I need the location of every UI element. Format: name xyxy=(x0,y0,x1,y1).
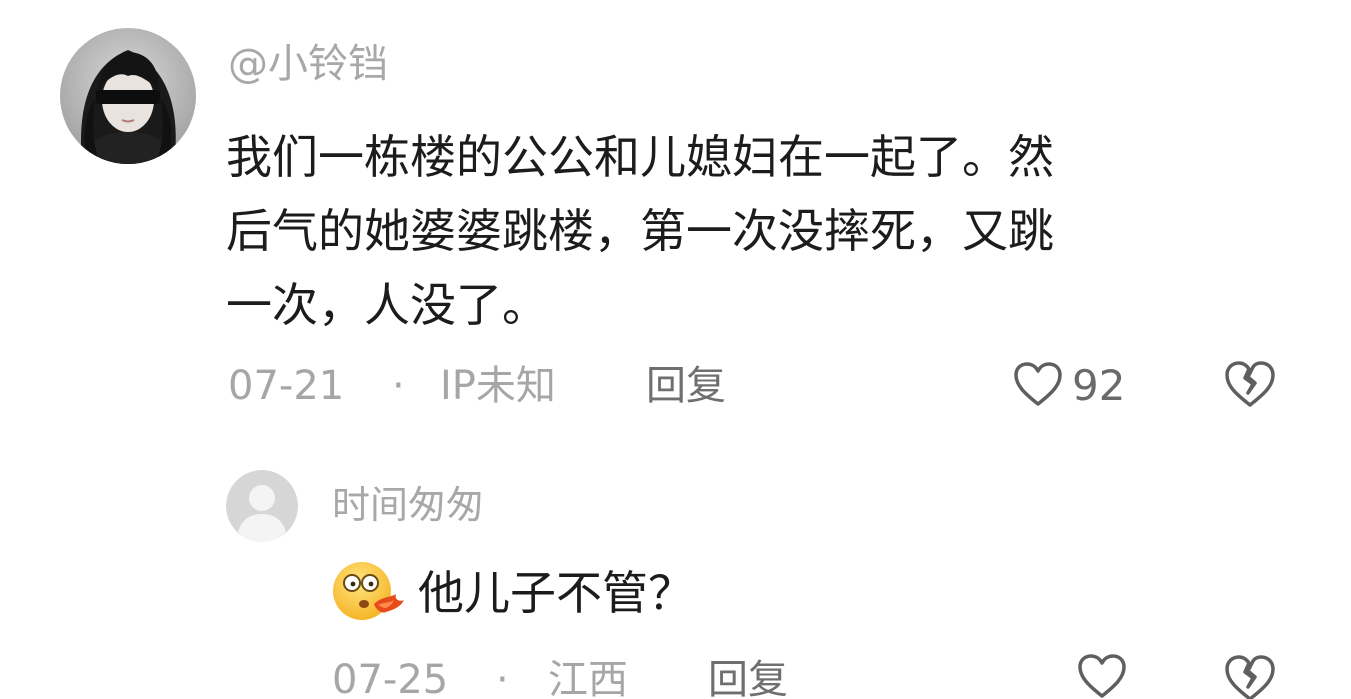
flushed-sick-face-emoji xyxy=(330,558,408,628)
comment-date: 07-21 xyxy=(228,363,345,409)
like-button[interactable]: 92 xyxy=(1012,356,1125,416)
comment-text-line: 一次，人没了。 xyxy=(226,278,548,332)
meta-separator: · xyxy=(496,657,509,699)
meta-separator: · xyxy=(392,363,405,409)
default-avatar-icon xyxy=(226,470,298,542)
reply-avatar[interactable] xyxy=(226,470,298,542)
avatar[interactable] xyxy=(60,28,196,164)
broken-heart-icon[interactable] xyxy=(1222,652,1278,699)
reply-date: 07-25 xyxy=(332,657,449,699)
comment-username[interactable]: @小铃铛 xyxy=(228,38,388,90)
heart-outline-icon xyxy=(1012,360,1064,412)
comment-thread: @小铃铛 我们一栋楼的公公和儿媳妇在一起了。然 后气的她婆婆跳楼，第一次没摔死，… xyxy=(0,0,1351,699)
comment-text-line: 后气的她婆婆跳楼，第一次没摔死，又跳 xyxy=(226,204,1054,258)
broken-heart-icon[interactable] xyxy=(1222,358,1278,414)
comment-text: 我们一栋楼的公公和儿媳妇在一起了。然 后气的她婆婆跳楼，第一次没摔死，又跳 一次… xyxy=(226,120,1266,342)
heart-outline-icon[interactable] xyxy=(1076,652,1128,699)
reply-reply-button[interactable]: 回复 xyxy=(708,652,788,699)
reply-button[interactable]: 回复 xyxy=(646,358,726,414)
reply-username[interactable]: 时间匆匆 xyxy=(332,480,484,530)
like-count: 92 xyxy=(1072,361,1126,410)
reply-location: 江西 xyxy=(548,657,628,699)
reply-text: 他儿子不管？ xyxy=(418,566,694,620)
comment-location: IP未知 xyxy=(440,363,556,409)
reply-body: 他儿子不管？ xyxy=(330,558,694,628)
avatar-image xyxy=(60,28,196,164)
comment-text-line: 我们一栋楼的公公和儿媳妇在一起了。然 xyxy=(226,130,1054,184)
